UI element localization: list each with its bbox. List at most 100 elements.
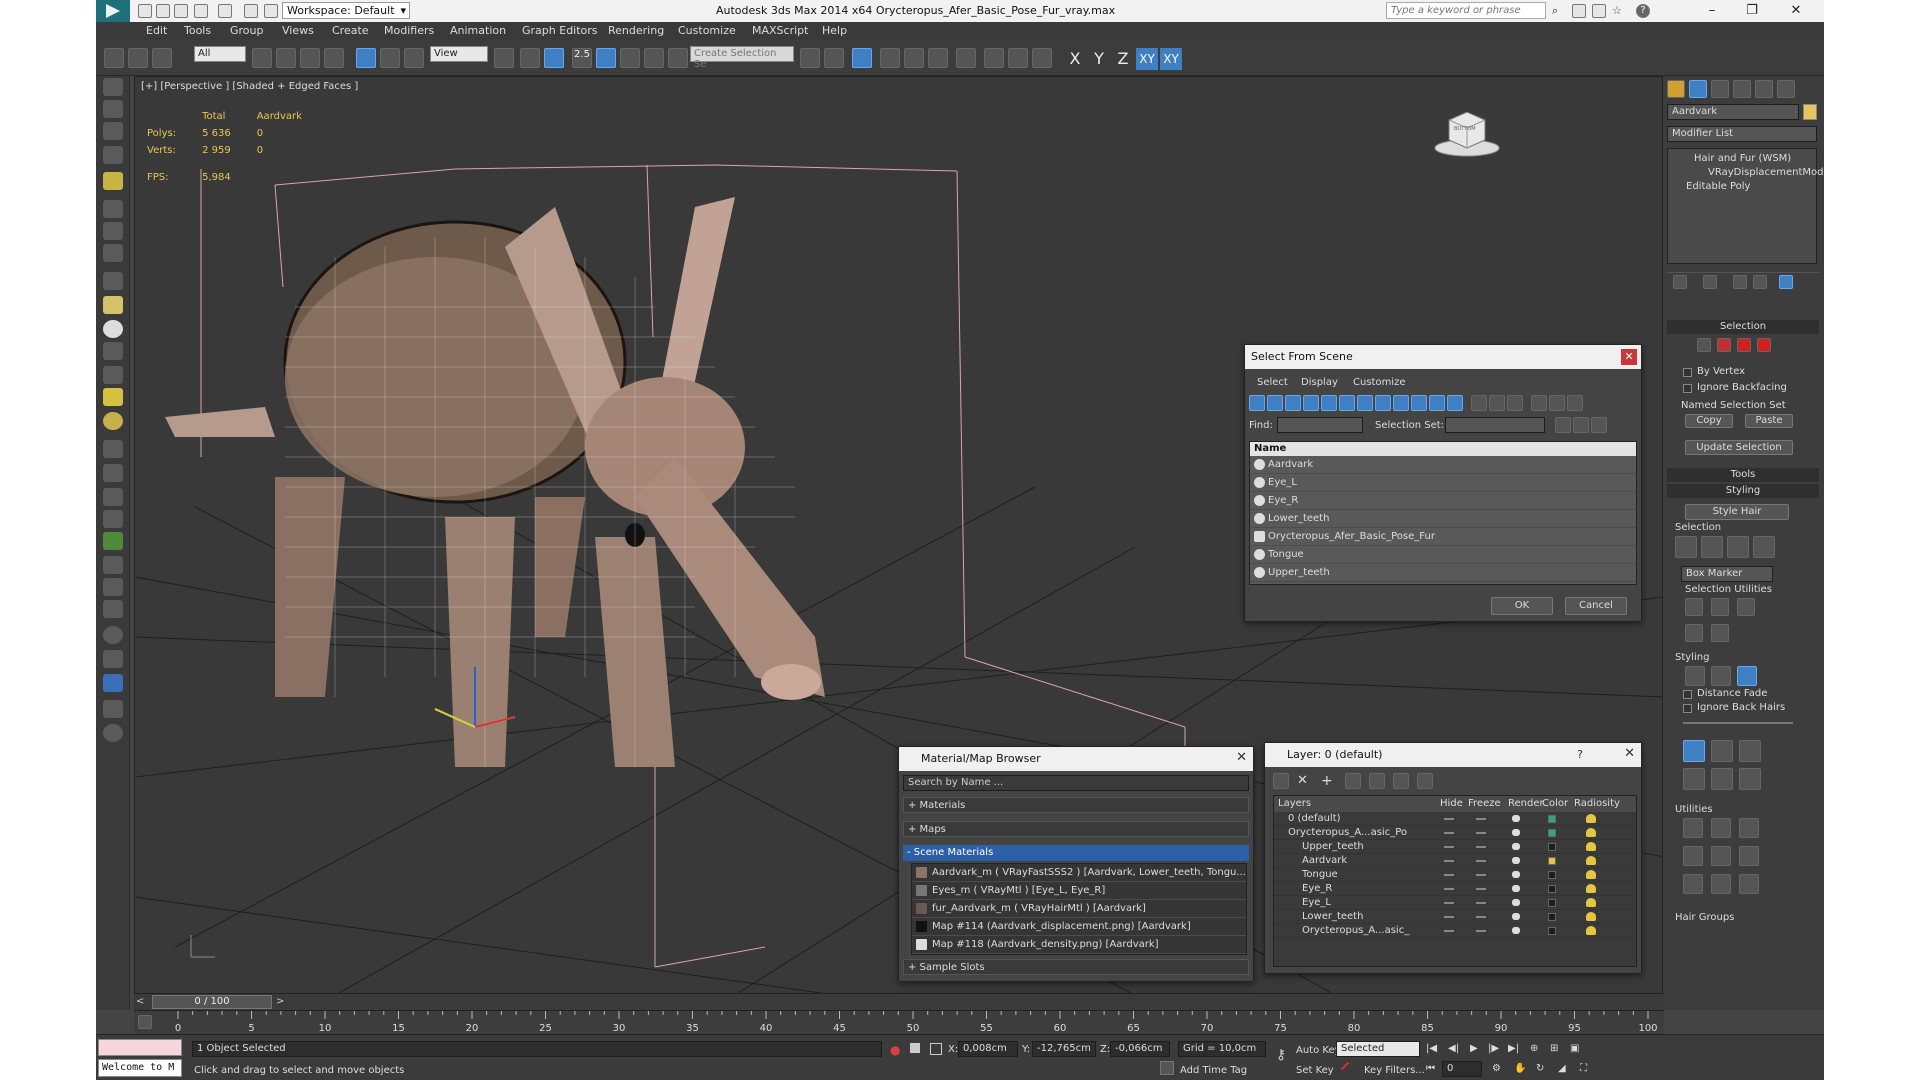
light-tool-icon[interactable] bbox=[103, 172, 123, 190]
sample-slots-section[interactable]: + Sample Slots bbox=[903, 959, 1249, 975]
motion-tab-icon[interactable] bbox=[1733, 80, 1751, 98]
key-filters-button[interactable]: Key Filters... bbox=[1364, 1065, 1425, 1076]
layer-row[interactable]: 0 (default) bbox=[1274, 812, 1636, 826]
viewport-label[interactable]: [+] [Perspective ] [Shaded + Edged Faces… bbox=[141, 81, 358, 92]
remove-modifier-icon[interactable] bbox=[1753, 275, 1767, 289]
layer-color-swatch[interactable] bbox=[1548, 815, 1556, 823]
hide-toggle-icon[interactable] bbox=[1444, 860, 1454, 862]
toggle-hair-icon[interactable] bbox=[1683, 874, 1703, 894]
hide-toggle-icon[interactable] bbox=[1444, 818, 1454, 820]
polygon-level-icon[interactable] bbox=[1737, 338, 1751, 352]
hide-toggle-icon[interactable] bbox=[1444, 916, 1454, 918]
set-key-filter-icon[interactable] bbox=[1340, 1061, 1350, 1071]
workspace-icon[interactable] bbox=[264, 4, 278, 18]
snaps-toggle-icon[interactable]: 2.5 bbox=[572, 48, 592, 68]
list-item[interactable]: Tongue bbox=[1250, 546, 1636, 564]
freeze-toggle-icon[interactable] bbox=[1476, 930, 1486, 932]
menu-modifiers[interactable]: Modifiers bbox=[384, 24, 434, 37]
help-circle-icon[interactable] bbox=[103, 724, 123, 742]
view-cube[interactable]: BOTTOM bbox=[1427, 102, 1507, 162]
style-hair-button[interactable]: Style Hair bbox=[1685, 504, 1789, 520]
maximize-viewport-icon[interactable]: ⛶ bbox=[1580, 1063, 1587, 1074]
radiosity-icon[interactable] bbox=[1586, 842, 1596, 851]
time-slider[interactable]: < 0 / 100 > bbox=[134, 994, 1664, 1010]
clump-icon[interactable] bbox=[1683, 768, 1705, 790]
stack-item-vray-displacement[interactable]: VRayDisplacementMod bbox=[1672, 167, 1823, 178]
help-icon[interactable]: ? bbox=[1577, 748, 1583, 761]
hf-icon[interactable] bbox=[103, 578, 123, 596]
sphere-icon[interactable] bbox=[103, 320, 123, 338]
material-tool-icon[interactable] bbox=[103, 122, 123, 140]
radiosity-icon[interactable] bbox=[1586, 884, 1596, 893]
menu-edit[interactable]: Edit bbox=[146, 24, 167, 37]
axis-x-button[interactable]: X bbox=[1064, 48, 1086, 70]
curve-editor-icon[interactable] bbox=[904, 48, 924, 68]
show-end-result-icon[interactable] bbox=[1703, 275, 1717, 289]
track-bar[interactable]: 0 5 10 15 20 25 30 35 40 45 50 55 60 65 70 75 80 85 90 95 10… bbox=[134, 1010, 1664, 1034]
unlink-icon[interactable] bbox=[128, 48, 148, 68]
time-tag-icon[interactable] bbox=[1160, 1061, 1174, 1075]
object-name-field[interactable]: Aardvark bbox=[1667, 104, 1799, 120]
recomb-icon[interactable] bbox=[1683, 846, 1703, 866]
utilities-tab-icon[interactable] bbox=[1777, 80, 1795, 98]
maxscript-listener-input[interactable] bbox=[98, 1039, 182, 1056]
delete-layer-icon[interactable]: ✕ bbox=[1297, 773, 1313, 789]
hide-toggle-icon[interactable] bbox=[1444, 888, 1454, 890]
mirror-icon[interactable] bbox=[800, 48, 820, 68]
column-render[interactable]: Render bbox=[1508, 798, 1544, 809]
freeze-toggle-icon[interactable] bbox=[1476, 902, 1486, 904]
subscription-icon[interactable] bbox=[1572, 4, 1586, 18]
layer-row[interactable]: Orycteropus_A...asic_Po bbox=[1274, 826, 1636, 840]
hide-toggle-icon[interactable] bbox=[1444, 902, 1454, 904]
communication-icon[interactable] bbox=[1592, 4, 1606, 18]
scale-brush-icon[interactable] bbox=[1739, 768, 1761, 790]
select-by-root-icon[interactable] bbox=[1753, 536, 1775, 558]
spacewarp-filter-icon[interactable] bbox=[1339, 395, 1355, 411]
create-tool-icon[interactable] bbox=[103, 78, 123, 96]
column-radiosity[interactable]: Radiosity bbox=[1574, 798, 1620, 809]
select-by-name-icon[interactable] bbox=[276, 48, 296, 68]
viewport-nav-zoom-all-icon[interactable]: ⊞ bbox=[1550, 1043, 1558, 1054]
filter-icon[interactable] bbox=[1531, 395, 1547, 411]
object-color-swatch[interactable] bbox=[1803, 104, 1817, 120]
name-column-header[interactable]: Name bbox=[1250, 442, 1636, 456]
project-folder-icon[interactable] bbox=[244, 4, 258, 18]
render-teapot-icon[interactable] bbox=[1512, 885, 1520, 892]
link-icon[interactable] bbox=[104, 48, 124, 68]
percent-snap-icon[interactable] bbox=[620, 48, 640, 68]
brush-size-slider[interactable] bbox=[1683, 722, 1793, 724]
layer-row[interactable]: Orycteropus_A...asic_ bbox=[1274, 924, 1636, 938]
selection-rollout-header[interactable]: Selection bbox=[1667, 320, 1819, 334]
show-hidden-icon[interactable] bbox=[1711, 624, 1729, 642]
hierarchy-tab-icon[interactable] bbox=[1711, 80, 1729, 98]
column-hide[interactable]: Hide bbox=[1440, 798, 1463, 809]
hidden-filter-icon[interactable] bbox=[1447, 395, 1463, 411]
list-item[interactable]: Upper_teeth bbox=[1250, 564, 1636, 582]
pivot-center-icon[interactable] bbox=[494, 48, 514, 68]
radiosity-icon[interactable] bbox=[1586, 814, 1596, 823]
layers-icon[interactable] bbox=[103, 700, 123, 718]
maps-section[interactable]: + Maps bbox=[903, 821, 1249, 837]
hide-toggle-icon[interactable] bbox=[1444, 874, 1454, 876]
render-teapot-icon[interactable] bbox=[1512, 899, 1520, 906]
absolute-mode-icon[interactable] bbox=[930, 1043, 942, 1055]
render-production-icon[interactable] bbox=[1032, 48, 1052, 68]
scene-materials-section[interactable]: - Scene Materials bbox=[903, 845, 1249, 861]
people-tool-icon[interactable] bbox=[103, 244, 123, 262]
highlight-layer-icon[interactable] bbox=[1369, 773, 1385, 789]
favorites-icon[interactable]: ☆ bbox=[1612, 4, 1626, 18]
shape-filter-icon[interactable] bbox=[1267, 395, 1283, 411]
select-manipulate-icon[interactable] bbox=[520, 48, 540, 68]
open-file-icon[interactable] bbox=[156, 4, 170, 18]
render-teapot-icon[interactable] bbox=[1512, 927, 1520, 934]
cancel-button[interactable]: Cancel bbox=[1565, 597, 1627, 615]
reset-rest-icon[interactable] bbox=[1711, 846, 1731, 866]
box-primitive-icon[interactable] bbox=[103, 272, 123, 290]
freeze-toggle-icon[interactable] bbox=[1476, 916, 1486, 918]
scale-icon[interactable] bbox=[404, 48, 424, 68]
key-icon[interactable]: ⚷ bbox=[1276, 1047, 1286, 1063]
sort-icon[interactable] bbox=[1549, 395, 1565, 411]
close-icon[interactable]: ✕ bbox=[1624, 747, 1635, 760]
column-color[interactable]: Color bbox=[1542, 798, 1568, 809]
bind-space-warp-icon[interactable] bbox=[152, 48, 172, 68]
